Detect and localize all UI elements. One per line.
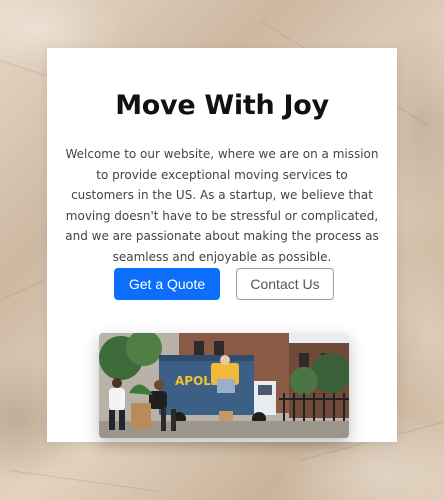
hero-description: Welcome to our website, where we are on … [65,147,379,264]
moving-truck-photo: APOLIS [99,333,349,438]
hero-card: Move With Joy Welcome to our website, wh… [47,48,397,442]
get-quote-button[interactable]: Get a Quote [114,268,220,300]
hero-title: Move With Joy [115,90,329,121]
contact-us-button[interactable]: Contact Us [236,268,334,300]
photo-illustration: APOLIS [99,333,349,438]
paper-crease [9,470,159,492]
